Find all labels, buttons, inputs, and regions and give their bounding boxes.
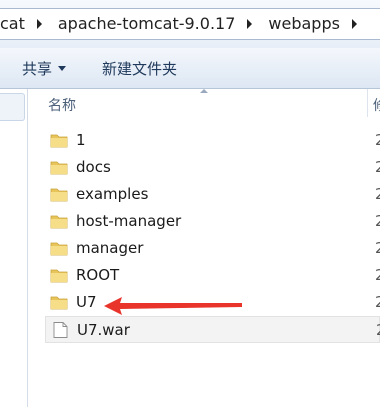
column-header-name[interactable]: 名称	[48, 95, 76, 115]
column-header-date[interactable]: 修	[373, 95, 380, 115]
column-divider[interactable]	[367, 89, 368, 117]
folder-icon	[50, 296, 68, 310]
file-date: 2	[375, 185, 380, 203]
folder-icon	[50, 161, 68, 175]
file-name: U7	[76, 293, 97, 311]
share-label: 共享	[22, 59, 53, 78]
new-folder-label: 新建文件夹	[102, 59, 178, 78]
file-name: examples	[76, 185, 149, 203]
nav-selected-item[interactable]	[0, 93, 25, 121]
breadcrumb-chevron-icon[interactable]	[351, 19, 357, 29]
column-header: 名称 修	[28, 89, 380, 117]
folder-icon	[50, 269, 68, 283]
address-bar: cat apache-tomcat-9.0.17 webapps	[0, 0, 380, 48]
file-date: 2	[375, 158, 380, 176]
breadcrumb-item-tomcat[interactable]: apache-tomcat-9.0.17	[54, 10, 240, 38]
file-date: 2	[375, 131, 380, 149]
list-item-folder-examples[interactable]: examples 2	[28, 181, 380, 208]
breadcrumb[interactable]: cat apache-tomcat-9.0.17 webapps	[0, 8, 380, 40]
folder-icon	[50, 215, 68, 229]
file-date: 2	[375, 212, 380, 230]
file-name: host-manager	[76, 212, 182, 230]
folder-icon	[50, 134, 68, 148]
folder-icon	[50, 242, 68, 256]
chevron-down-icon	[58, 65, 67, 71]
breadcrumb-chevron-icon[interactable]	[36, 19, 42, 29]
folder-icon	[50, 188, 68, 202]
share-button[interactable]: 共享	[22, 58, 67, 79]
list-item-folder-manager[interactable]: manager 2	[28, 235, 380, 262]
breadcrumb-chevron-icon[interactable]	[247, 19, 253, 29]
command-bar: 共享 新建文件夹	[0, 48, 380, 89]
file-name: U7.war	[77, 321, 130, 339]
file-date: 2	[375, 293, 380, 311]
list-item-folder-root[interactable]: ROOT 2	[28, 262, 380, 289]
file-name: docs	[76, 158, 111, 176]
breadcrumb-item-cat[interactable]: cat	[0, 10, 29, 38]
new-folder-button[interactable]: 新建文件夹	[102, 58, 177, 79]
list-item-file-u7-war[interactable]: U7.war 2	[45, 316, 380, 343]
file-date: 2	[375, 266, 380, 284]
file-date: 2	[375, 239, 380, 257]
list-item-folder-1[interactable]: 1 2	[28, 127, 380, 154]
file-name: 1	[76, 131, 86, 149]
list-item-folder-host-manager[interactable]: host-manager 2	[28, 208, 380, 235]
sort-ascending-icon	[200, 89, 208, 93]
navigation-pane[interactable]	[0, 89, 28, 407]
file-name: manager	[76, 239, 144, 257]
file-name: ROOT	[76, 266, 120, 284]
list-item-folder-docs[interactable]: docs 2	[28, 154, 380, 181]
file-date: 2	[376, 321, 380, 340]
annotation-arrow-icon	[104, 297, 242, 315]
file-icon	[53, 322, 68, 338]
breadcrumb-item-webapps[interactable]: webapps	[264, 10, 344, 38]
